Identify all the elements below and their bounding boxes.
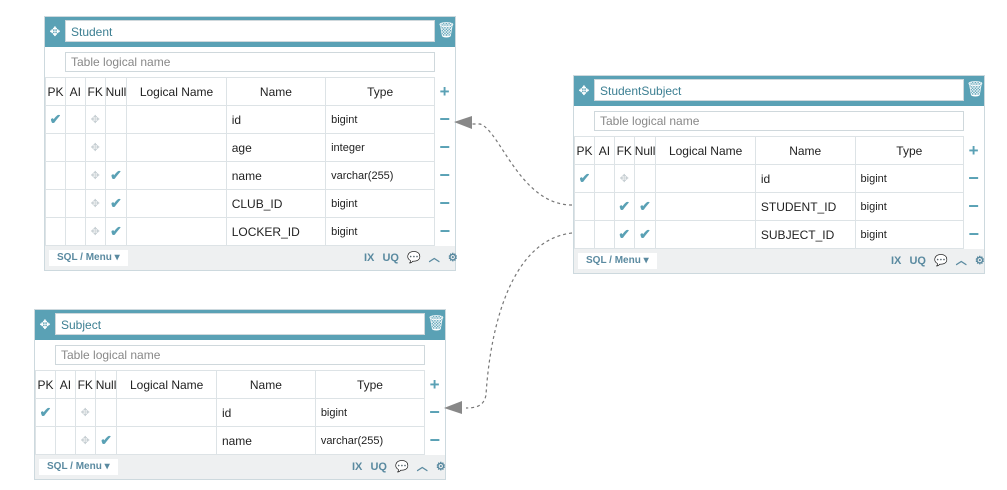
arrowhead-icon [454,116,472,129]
relation-line-subject[interactable] [465,232,573,409]
arrowhead-icon [444,401,462,414]
relations-layer [444,116,573,414]
relation-line-student[interactable] [470,123,573,206]
